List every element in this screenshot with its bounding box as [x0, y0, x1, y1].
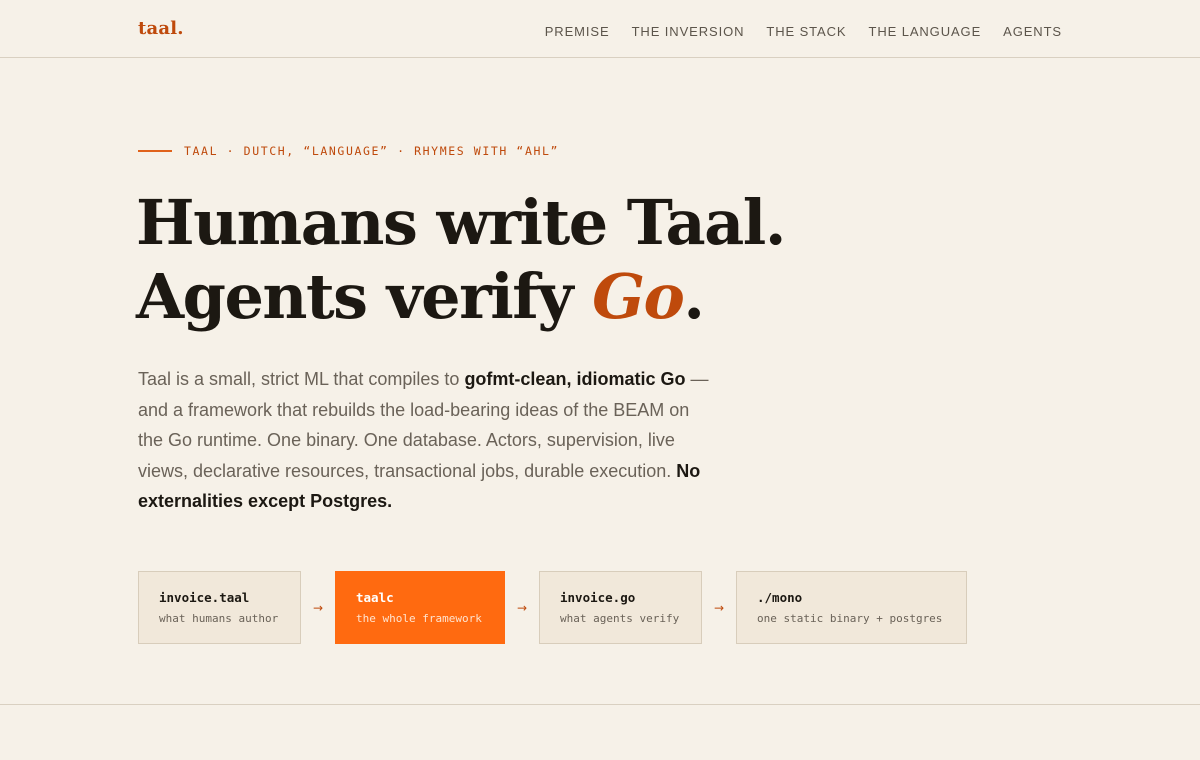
- nav-link-the-language[interactable]: THE LANGUAGE: [868, 24, 981, 39]
- nav-link-agents[interactable]: AGENTS: [1003, 24, 1062, 39]
- headline-line-1: Humans write Taal.: [136, 186, 786, 259]
- lede-part-1: Taal is a small, strict ML that compiles…: [138, 369, 465, 389]
- pipeline-card-output: invoice.go what agents verify: [539, 571, 702, 644]
- lede-emphasis-gofmt: gofmt-clean, idiomatic Go: [464, 369, 686, 389]
- hero-eyebrow: TAAL · DUTCH, “LANGUAGE” · RHYMES WITH “…: [138, 144, 559, 158]
- pipeline-card-source: invoice.taal what humans author: [138, 571, 301, 644]
- headline-line-2-suffix: .: [683, 260, 705, 333]
- top-bar: taal. PREMISE THE INVERSION THE STACK TH…: [0, 0, 1200, 58]
- arrow-right-icon: →: [516, 600, 528, 615]
- arrow-right-icon: →: [312, 600, 324, 615]
- pipeline-card-subtitle: one static binary + postgres: [757, 612, 943, 625]
- pipeline-card-compiler: taalc the whole framework: [335, 571, 505, 644]
- headline-accent-go: Go: [592, 260, 685, 333]
- pipeline-card-title: invoice.go: [560, 590, 636, 605]
- main-nav: PREMISE THE INVERSION THE STACK THE LANG…: [545, 24, 1062, 39]
- nav-link-the-stack[interactable]: THE STACK: [766, 24, 846, 39]
- eyebrow-text: TAAL · DUTCH, “LANGUAGE” · RHYMES WITH “…: [184, 144, 560, 158]
- pipeline-card-title: invoice.taal: [159, 590, 250, 605]
- pipeline-card-subtitle: what humans author: [159, 612, 279, 625]
- pipeline-card-subtitle: what agents verify: [560, 612, 680, 625]
- pipeline-card-title: ./mono: [757, 590, 803, 605]
- eyebrow-rule: [138, 150, 172, 152]
- nav-link-premise[interactable]: PREMISE: [545, 24, 610, 39]
- compile-pipeline: invoice.taal what humans author → taalc …: [138, 571, 967, 644]
- hero-lede: Taal is a small, strict ML that compiles…: [138, 364, 718, 517]
- nav-link-the-inversion[interactable]: THE INVERSION: [632, 24, 745, 39]
- headline-line-2-prefix: Agents verify: [136, 260, 593, 333]
- brand-logo[interactable]: taal.: [138, 18, 184, 39]
- pipeline-card-subtitle: the whole framework: [356, 612, 482, 625]
- section-divider: [0, 704, 1200, 705]
- brand-dot: .: [177, 18, 184, 39]
- pipeline-card-title: taalc: [356, 590, 394, 605]
- brand-name: taal: [138, 18, 178, 39]
- hero-headline: Humans write Taal. Agents verify Go.: [136, 186, 786, 334]
- arrow-right-icon: →: [713, 600, 725, 615]
- pipeline-card-binary: ./mono one static binary + postgres: [736, 571, 967, 644]
